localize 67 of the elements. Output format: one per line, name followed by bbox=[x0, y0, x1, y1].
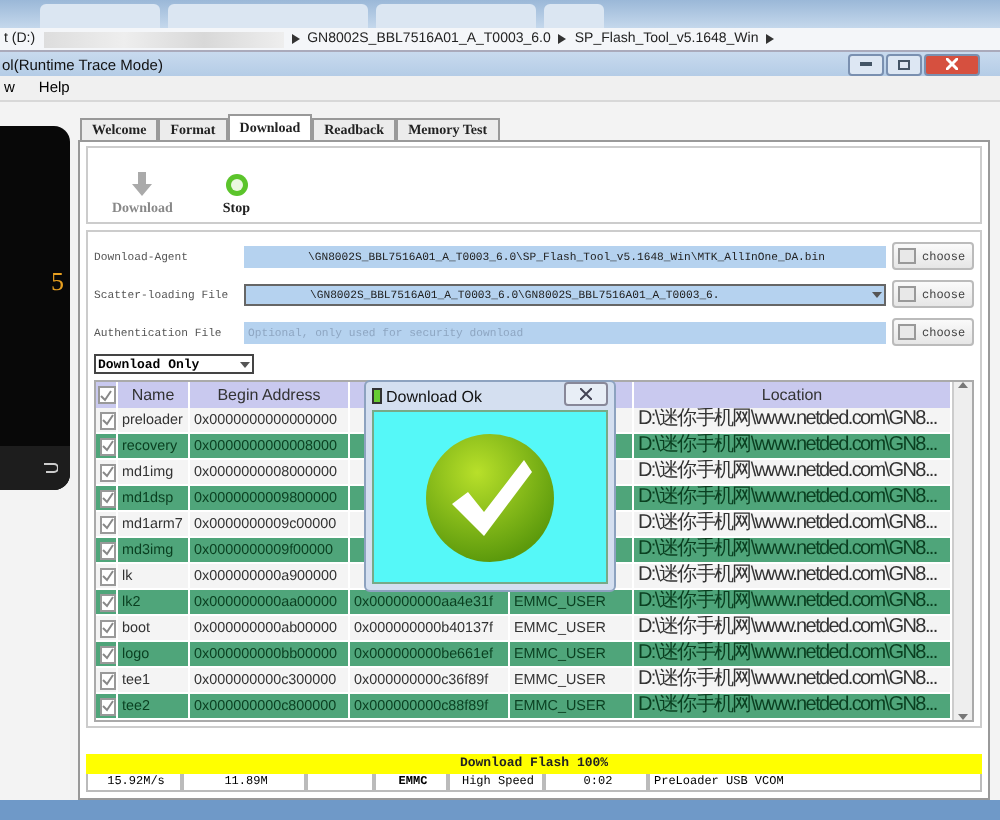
minimize-button[interactable] bbox=[848, 53, 884, 76]
checkbox[interactable] bbox=[100, 463, 116, 481]
breadcrumb-arrow-icon bbox=[291, 34, 300, 45]
maximize-button[interactable] bbox=[886, 53, 922, 76]
check-icon bbox=[102, 648, 114, 660]
scroll-up-icon[interactable] bbox=[958, 382, 968, 388]
table-cell: D:\迷你手机网\www.netded.com\GN8... bbox=[634, 512, 952, 538]
arrow-down-icon bbox=[132, 172, 153, 196]
table-cell: D:\迷你手机网\www.netded.com\GN8... bbox=[634, 616, 952, 642]
table-cell: D:\迷你手机网\www.netded.com\GN8... bbox=[634, 564, 952, 590]
dialog-title: Download Ok bbox=[386, 387, 483, 405]
check-icon bbox=[102, 622, 114, 634]
check-icon bbox=[102, 570, 114, 582]
column-header[interactable]: Location bbox=[634, 382, 952, 408]
scrollbar[interactable] bbox=[952, 382, 972, 720]
checkbox[interactable] bbox=[100, 567, 116, 585]
check-icon bbox=[102, 466, 114, 478]
checkbox[interactable] bbox=[100, 515, 116, 533]
check-icon bbox=[102, 544, 114, 556]
minimize-icon bbox=[860, 62, 872, 67]
breadcrumb-arrow-icon bbox=[766, 34, 775, 45]
stop-icon bbox=[225, 174, 248, 196]
table-cell: D:\迷你手机网\www.netded.com\GN8... bbox=[634, 408, 952, 434]
checkbox[interactable] bbox=[100, 593, 116, 611]
dropdown-arrow-icon bbox=[872, 291, 882, 297]
close-icon bbox=[946, 58, 958, 71]
back-icon bbox=[42, 462, 58, 474]
check-icon bbox=[102, 414, 114, 426]
folder-icon bbox=[898, 286, 916, 302]
battery-icon bbox=[372, 388, 382, 404]
checkmark-icon bbox=[424, 431, 556, 563]
table-cell: D:\迷你手机网\www.netded.com\GN8... bbox=[634, 434, 952, 460]
screen-digit: 5 bbox=[51, 266, 64, 298]
maximize-icon bbox=[898, 59, 910, 70]
table-cell: D:\迷你手机网\www.netded.com\GN8... bbox=[634, 694, 952, 720]
folder-icon bbox=[898, 248, 916, 264]
check-icon bbox=[102, 492, 114, 504]
checkbox[interactable] bbox=[100, 437, 116, 455]
check-icon bbox=[102, 596, 114, 608]
checkbox[interactable] bbox=[100, 411, 116, 429]
column-header[interactable]: Begin Address bbox=[190, 382, 350, 408]
checkbox[interactable] bbox=[100, 541, 116, 559]
close-button[interactable] bbox=[924, 53, 980, 76]
check-icon bbox=[102, 440, 114, 452]
table-cell: D:\迷你手机网\www.netded.com\GN8... bbox=[634, 590, 952, 616]
folder-icon bbox=[898, 324, 916, 340]
check-icon bbox=[100, 389, 112, 401]
check-icon bbox=[102, 700, 114, 712]
checkbox[interactable] bbox=[100, 645, 116, 663]
status-cell bbox=[306, 774, 374, 792]
checkbox[interactable] bbox=[100, 671, 116, 689]
scroll-down-icon[interactable] bbox=[958, 714, 968, 720]
table-cell: D:\迷你手机网\www.netded.com\GN8... bbox=[634, 538, 952, 564]
breadcrumb-arrow-icon bbox=[558, 34, 567, 45]
table-cell: D:\迷你手机网\www.netded.com\GN8... bbox=[634, 642, 952, 668]
checkbox[interactable] bbox=[100, 619, 116, 637]
table-cell: D:\迷你手机网\www.netded.com\GN8... bbox=[634, 668, 952, 694]
checkbox[interactable] bbox=[100, 697, 116, 715]
table-cell: D:\迷你手机网\www.netded.com\GN8... bbox=[634, 460, 952, 486]
checkbox[interactable] bbox=[100, 489, 116, 507]
table-cell: D:\迷你手机网\www.netded.com\GN8... bbox=[634, 486, 952, 512]
check-icon bbox=[102, 674, 114, 686]
close-button[interactable] bbox=[564, 381, 608, 405]
column-header[interactable]: Name bbox=[118, 382, 190, 408]
dropdown-arrow-icon bbox=[240, 361, 250, 367]
check-icon bbox=[102, 518, 114, 530]
close-icon bbox=[580, 387, 592, 399]
